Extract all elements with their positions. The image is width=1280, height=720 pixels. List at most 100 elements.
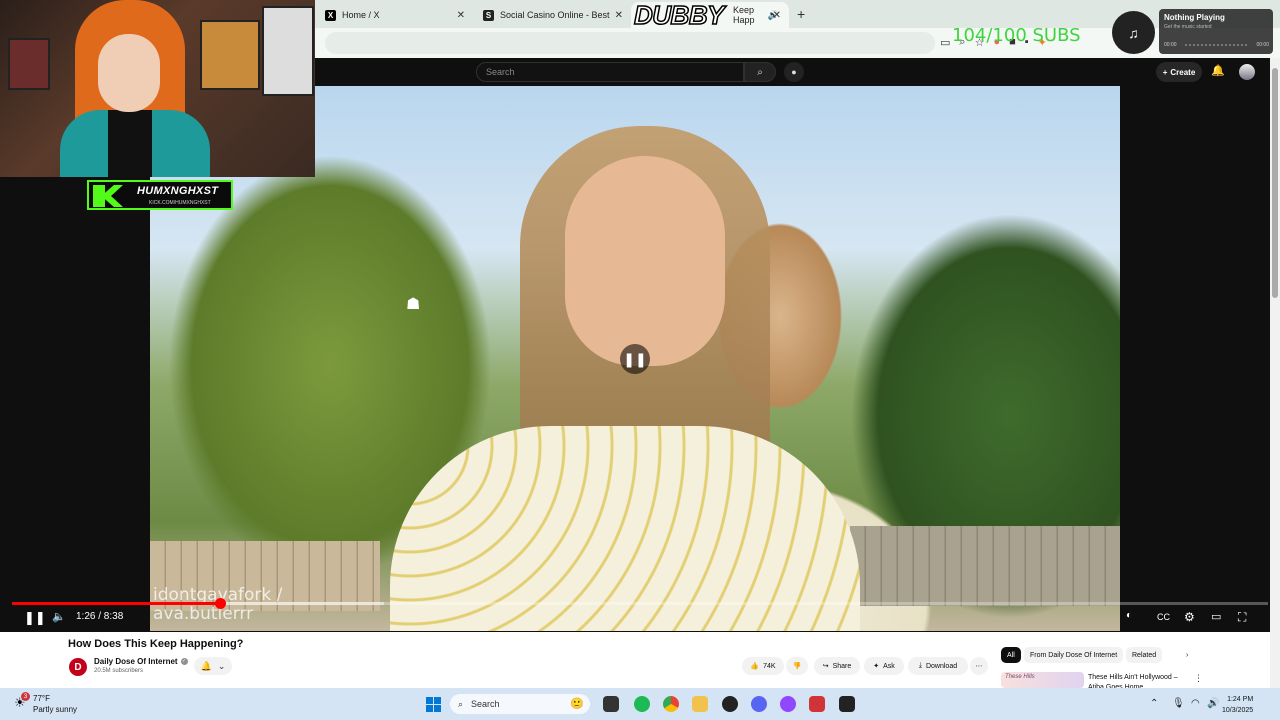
close-tab-icon[interactable]: ✕: [615, 10, 623, 21]
gear-icon: ⚙: [1184, 610, 1195, 624]
dislike-button[interactable]: 👎: [786, 657, 808, 675]
app-icon[interactable]: [809, 696, 825, 712]
autoplay-toggle[interactable]: ◐: [1126, 610, 1132, 621]
close-tab-icon[interactable]: ✕: [457, 10, 465, 21]
account-avatar[interactable]: [1239, 64, 1255, 80]
channel-name-text: Daily Dose Of Internet: [94, 657, 178, 666]
chip-from-channel[interactable]: From Daily Dose Of Internet: [1024, 647, 1124, 663]
address-bar[interactable]: [325, 32, 935, 54]
new-tab-button[interactable]: +: [797, 6, 805, 28]
clock-time: 1:24 PM: [1227, 696, 1254, 703]
video-title: How Does This Keep Happening?: [68, 638, 244, 650]
settings-button[interactable]: ⚙: [1184, 610, 1195, 624]
search-button[interactable]: ⌕: [744, 62, 776, 82]
app-icon[interactable]: [780, 696, 796, 712]
chip-related[interactable]: Related: [1126, 647, 1163, 663]
x-logo-icon: X: [325, 9, 336, 21]
captions-icon: CC: [1157, 612, 1170, 622]
close-tab-icon[interactable]: ✕: [773, 10, 781, 21]
discord-icon[interactable]: [751, 696, 767, 712]
social-casino-favicon-icon: S: [483, 9, 494, 21]
scrollbar-thumb[interactable]: [1272, 68, 1278, 298]
wall-poster: [200, 20, 260, 90]
weather-temperature[interactable]: 77°F: [33, 694, 50, 703]
chrome-icon[interactable]: [663, 696, 679, 712]
plus-icon: +: [1162, 67, 1168, 77]
download-icon: ⤓: [918, 662, 922, 669]
sponsor-logo-text: DUBBY: [633, 0, 725, 31]
chevron-right-icon: ›: [1186, 651, 1189, 659]
fullscreen-button[interactable]: ⛶: [1238, 610, 1246, 625]
like-count: 74K: [763, 662, 776, 670]
recommendation-thumbnail[interactable]: These Hills: [1001, 672, 1084, 688]
taskbar-search-label: Search: [471, 699, 500, 709]
page-scrollbar[interactable]: [1270, 58, 1280, 688]
taskbar-search[interactable]: ⌕ Search 🙂: [450, 694, 590, 714]
pause-button[interactable]: ❚❚: [24, 610, 46, 626]
video-frame-fence: [850, 526, 1120, 606]
chevron-down-icon: ⌄: [217, 660, 226, 671]
now-playing-title: Nothing Playing: [1164, 13, 1225, 22]
search-input[interactable]: Search: [476, 62, 744, 82]
voice-search-button[interactable]: ●: [784, 62, 804, 82]
chip-all[interactable]: All: [1001, 647, 1021, 663]
streamer-url: KICK.COM/HUMXNGHXST: [149, 200, 211, 206]
microphone-icon[interactable]: 🎙: [1172, 698, 1185, 709]
streamer-shirt: [108, 110, 152, 177]
task-view-icon[interactable]: [603, 696, 619, 712]
center-pause-button[interactable]: ❚❚: [620, 344, 650, 374]
thumbs-down-icon: 👎: [792, 663, 802, 670]
search-icon: ⌕: [757, 66, 763, 78]
wall-poster: [262, 6, 314, 96]
tab-title: Social Casino Online - Best Soc: [500, 10, 612, 20]
tray-overflow-icon[interactable]: ⌃: [1150, 698, 1158, 709]
clock-date: 10/3/2025: [1222, 707, 1254, 714]
video-frame-person-dress: [390, 426, 860, 631]
theater-mode-icon: ▭: [1211, 611, 1222, 623]
music-note-icon: ♫: [1112, 11, 1155, 54]
speaker-icon[interactable]: 🔊: [1207, 698, 1219, 709]
share-icon: ↪: [822, 663, 829, 670]
wall-poster: [8, 38, 50, 90]
share-button[interactable]: ↪ Share: [814, 657, 860, 675]
like-button[interactable]: 👍 74K: [742, 657, 784, 675]
spotify-icon[interactable]: [634, 696, 650, 712]
app-icon[interactable]: [722, 696, 738, 712]
captions-button[interactable]: CC: [1157, 612, 1170, 622]
tab-social-casino[interactable]: S Social Casino Online - Best Soc ✕: [473, 2, 631, 28]
search-icon: ⌕: [458, 698, 464, 709]
streamer-face: [98, 34, 160, 112]
tab-x-home[interactable]: X Home / X ✕: [315, 2, 473, 28]
download-button[interactable]: ⤓ Download: [908, 657, 968, 675]
create-button[interactable]: + Create: [1156, 62, 1202, 82]
wifi-icon[interactable]: ◠: [1191, 698, 1200, 709]
pause-icon: ❚❚: [24, 610, 46, 625]
ask-button[interactable]: ✦ Ask: [864, 657, 904, 675]
weather-condition[interactable]: Partly sunny: [33, 705, 77, 714]
more-actions-button[interactable]: ⋯: [970, 657, 988, 675]
cast-icon[interactable]: ▭: [940, 36, 950, 49]
volume-button[interactable]: 🔈: [52, 610, 66, 623]
weather-badge: 3: [21, 692, 30, 701]
progress-bar[interactable]: [12, 598, 1268, 609]
channel-name[interactable]: Daily Dose Of Internet ✓: [94, 657, 188, 666]
autoplay-toggle-icon: ◐: [1126, 610, 1133, 621]
snapchat-ghost-icon: ☗: [406, 296, 421, 313]
theater-mode-button[interactable]: ▭: [1211, 610, 1221, 623]
subscription-notifications-button[interactable]: 🔔 ⌄: [194, 657, 232, 675]
thumbs-up-icon: 👍: [750, 663, 760, 670]
tab-title: Keep Happ: [733, 5, 755, 25]
file-explorer-icon[interactable]: [692, 696, 708, 712]
recommendation-menu-icon[interactable]: ⋮: [1194, 673, 1203, 684]
now-playing-widget: Nothing Playing Get the music started 00…: [1159, 9, 1273, 54]
chips-next-button[interactable]: ›: [1180, 647, 1194, 663]
ask-label: Ask: [883, 662, 895, 670]
channel-avatar[interactable]: D: [69, 658, 87, 676]
download-label: Download: [925, 662, 958, 670]
notifications-bell-icon[interactable]: 🔔: [1211, 64, 1225, 77]
taskbar-clock[interactable]: 1:24 PM 10/3/2025: [1222, 694, 1253, 716]
windows-start-icon[interactable]: [426, 697, 441, 712]
screen: X Home / X ✕ S Social Casino Online - Be…: [0, 0, 1280, 720]
app-icon[interactable]: [839, 696, 855, 712]
streamer-name-badge: HUMXNGHXST KICK.COM/HUMXNGHXST: [87, 180, 233, 210]
